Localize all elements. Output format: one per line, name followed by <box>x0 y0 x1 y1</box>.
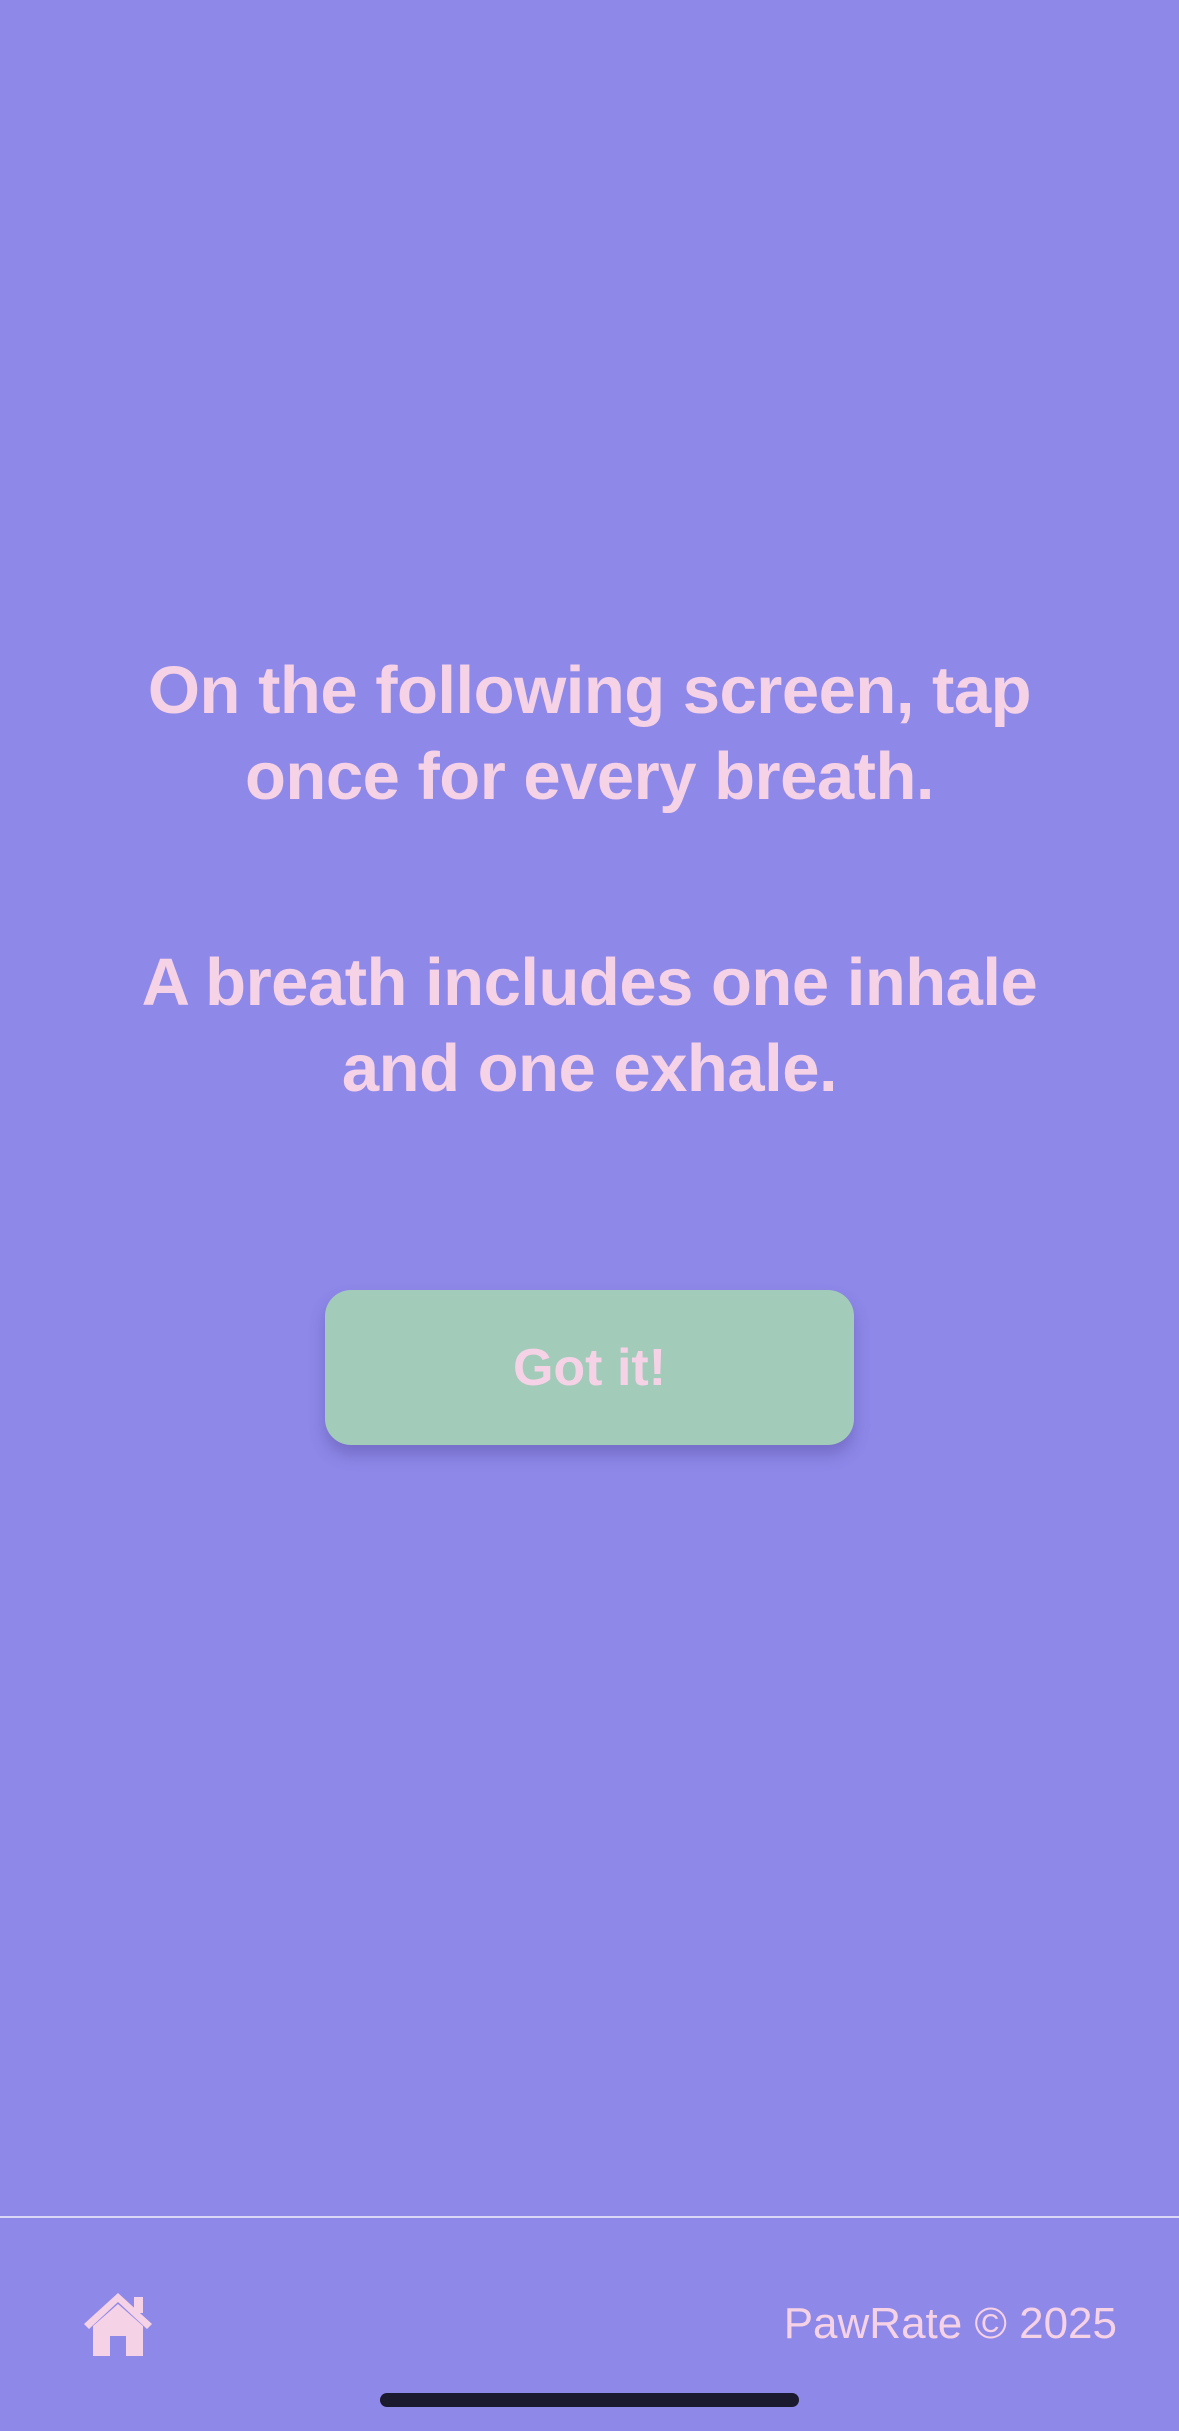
got-it-button[interactable]: Got it! <box>325 1290 854 1445</box>
home-button[interactable] <box>82 2290 154 2358</box>
breath-instructions-screen: On the following screen, tap once for ev… <box>0 0 1179 2431</box>
home-icon <box>84 2293 152 2356</box>
copyright-text: PawRate © 2025 <box>783 2299 1117 2348</box>
footer-divider <box>0 2216 1179 2218</box>
home-indicator[interactable] <box>380 2393 799 2407</box>
instruction-tap-per-breath: On the following screen, tap once for ev… <box>147 653 1032 814</box>
instruction-breath-definition: A breath includes one inhale and one exh… <box>141 945 1038 1106</box>
